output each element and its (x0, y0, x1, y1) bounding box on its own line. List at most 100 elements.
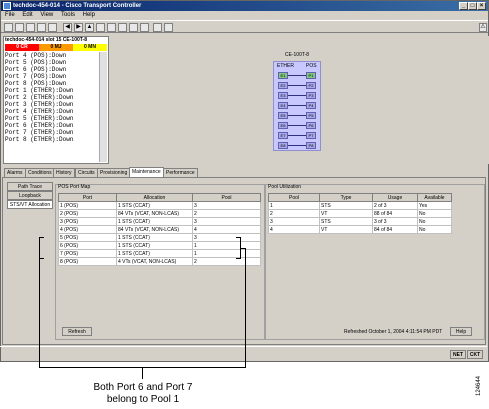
ether-port-3[interactable]: E3 (278, 92, 288, 99)
pos-port-6[interactable]: P6 (306, 122, 316, 129)
port-link (288, 125, 306, 126)
table-row[interactable]: 2 (POS) 84 VTs (VCAT, NON-LCAS) 2 (58, 209, 261, 218)
open-icon[interactable] (4, 23, 13, 32)
minimize-button[interactable]: _ (459, 2, 468, 10)
port-link (288, 115, 306, 116)
back-icon[interactable]: ◀ (63, 23, 72, 32)
column-header[interactable]: Pool (192, 193, 261, 202)
column-header[interactable]: Available (417, 193, 452, 202)
table-row[interactable]: 7 (POS) 1 STS (CCAT) 1 (58, 249, 261, 258)
ether-port-8[interactable]: E8 (278, 142, 288, 149)
menu-help[interactable]: Help (83, 11, 95, 20)
network-icon[interactable] (107, 23, 116, 32)
port-link (288, 95, 306, 96)
table-cell: No (417, 209, 452, 218)
help-button[interactable]: Help (450, 327, 472, 336)
table-row[interactable]: 8 (POS) 4 VTs (VCAT, NON-LCAS) 2 (58, 257, 261, 266)
menu-edit[interactable]: Edit (22, 11, 32, 20)
table-row[interactable]: 1 (POS) 1 STS (CCAT) 3 (58, 201, 261, 210)
table-row[interactable]: 3 (POS) 1 STS (CCAT) 3 (58, 217, 261, 226)
table-cell: 3 (POS) (58, 217, 117, 226)
table-cell: VT (319, 225, 373, 234)
table-cell: 1 STS (CCAT) (116, 249, 193, 258)
pos-port-7[interactable]: P7 (306, 132, 316, 139)
column-header[interactable]: Usage (372, 193, 418, 202)
maximize-button[interactable]: □ (468, 2, 477, 10)
table-cell: 1 STS (CCAT) (116, 241, 193, 250)
save-icon[interactable] (37, 23, 46, 32)
refresh-icon[interactable] (140, 23, 149, 32)
callout-tick-right (240, 248, 246, 249)
list-item: Port 1 (ETHER):Down (5, 87, 74, 94)
pos-port-map-title: POS Port Map (58, 184, 91, 190)
ether-port-6[interactable]: E6 (278, 122, 288, 129)
table-row[interactable]: 3 STS 3 of 3 No (268, 217, 452, 226)
node-icon[interactable] (118, 23, 127, 32)
column-header[interactable]: Port (58, 193, 117, 202)
pos-port-8[interactable]: P8 (306, 142, 316, 149)
subtab-path-trace[interactable]: Path Trace (7, 182, 53, 191)
shelf-icon[interactable] (164, 23, 173, 32)
menu-view[interactable]: View (40, 11, 53, 20)
table-cell: 2 (192, 257, 261, 266)
ether-port-7[interactable]: E7 (278, 132, 288, 139)
pool-utilization-group: Pool Utilization Pool Type Usage Availab… (265, 184, 485, 340)
print-icon[interactable] (15, 23, 24, 32)
port-link (288, 75, 306, 76)
pos-port-2[interactable]: P2 (306, 82, 316, 89)
table-row[interactable]: 4 (POS) 84 VTs (VCAT, NON-LCAS) 4 (58, 225, 261, 234)
close-button[interactable]: × (477, 2, 486, 10)
tab-performance[interactable]: Performance (163, 168, 198, 177)
column-header[interactable]: Pool (268, 193, 320, 202)
tab-maintenance[interactable]: Maintenance (129, 167, 164, 177)
tab-circuits[interactable]: Circuits (75, 168, 98, 177)
pos-port-1[interactable]: P1 (306, 72, 316, 79)
column-header[interactable]: Allocation (116, 193, 193, 202)
pos-port-4[interactable]: P4 (306, 102, 316, 109)
lock-icon[interactable] (26, 23, 35, 32)
table-row[interactable]: 5 (POS) 1 STS (CCAT) 3 (58, 233, 261, 242)
refresh-button[interactable]: Refresh (62, 327, 92, 336)
toolbar: ◀ ▶ ▲ ⚠ (1, 20, 488, 33)
copy-icon[interactable] (48, 23, 57, 32)
forward-icon[interactable]: ▶ (74, 23, 83, 32)
port-link (288, 145, 306, 146)
ether-port-2[interactable]: E2 (278, 82, 288, 89)
subtab-sts-vt-allocation[interactable]: STS/VT Allocation (7, 200, 53, 209)
tab-conditions[interactable]: Conditions (25, 168, 55, 177)
card-icon[interactable] (153, 23, 162, 32)
table-cell: No (417, 217, 452, 226)
menu-file[interactable]: File (5, 11, 15, 20)
table-row[interactable]: 4 VT 84 of 84 No (268, 225, 452, 234)
table-cell: 3 (192, 201, 261, 210)
node-header: techdoc-454-014 slot 15 CE-100T-8 (5, 37, 87, 43)
table-row[interactable]: 2 VT 88 of 84 No (268, 209, 452, 218)
zoom-icon[interactable] (129, 23, 138, 32)
table-cell: 3 of 3 (372, 217, 418, 226)
card-graphic[interactable]: ETHER POS E1 P1 E2 P2 E3 P3 E4 P4 E5 P5 E6 P6 E7 P7 E8… (273, 61, 321, 151)
ether-port-1[interactable]: E1 (278, 72, 288, 79)
figure-id: 124644 (476, 375, 482, 396)
status-bar: NET CKT (0, 346, 487, 360)
callout-line-right (245, 248, 246, 367)
help-icon[interactable]: ⚠ (479, 23, 487, 32)
vertical-scrollbar[interactable] (99, 52, 107, 162)
tab-alarms[interactable]: Alarms (4, 168, 26, 177)
tab-provisioning[interactable]: Provisioning (97, 168, 131, 177)
table-cell: 3 (192, 233, 261, 242)
pos-port-5[interactable]: P5 (306, 112, 316, 119)
up-icon[interactable]: ▲ (85, 23, 94, 32)
ether-port-5[interactable]: E5 (278, 112, 288, 119)
table-row[interactable]: 6 (POS) 1 STS (CCAT) 1 (58, 241, 261, 250)
table-cell: 2 of 3 (372, 201, 418, 210)
subtab-loopback[interactable]: Loopback (7, 191, 53, 200)
home-icon[interactable] (96, 23, 105, 32)
window-title: techdoc-454-014 - Cisco Transport Contro… (13, 3, 142, 9)
menu-tools[interactable]: Tools (61, 11, 75, 20)
card-port-grid: E1 P1 E2 P2 E3 P3 E4 P4 E5 P5 E6 P6 E7 P7 E8 P8 (274, 62, 322, 152)
table-row[interactable]: 1 STS 2 of 3 Yes (268, 201, 452, 210)
ether-port-4[interactable]: E4 (278, 102, 288, 109)
pos-port-3[interactable]: P3 (306, 92, 316, 99)
tab-history[interactable]: History (53, 168, 75, 177)
column-header[interactable]: Type (319, 193, 373, 202)
